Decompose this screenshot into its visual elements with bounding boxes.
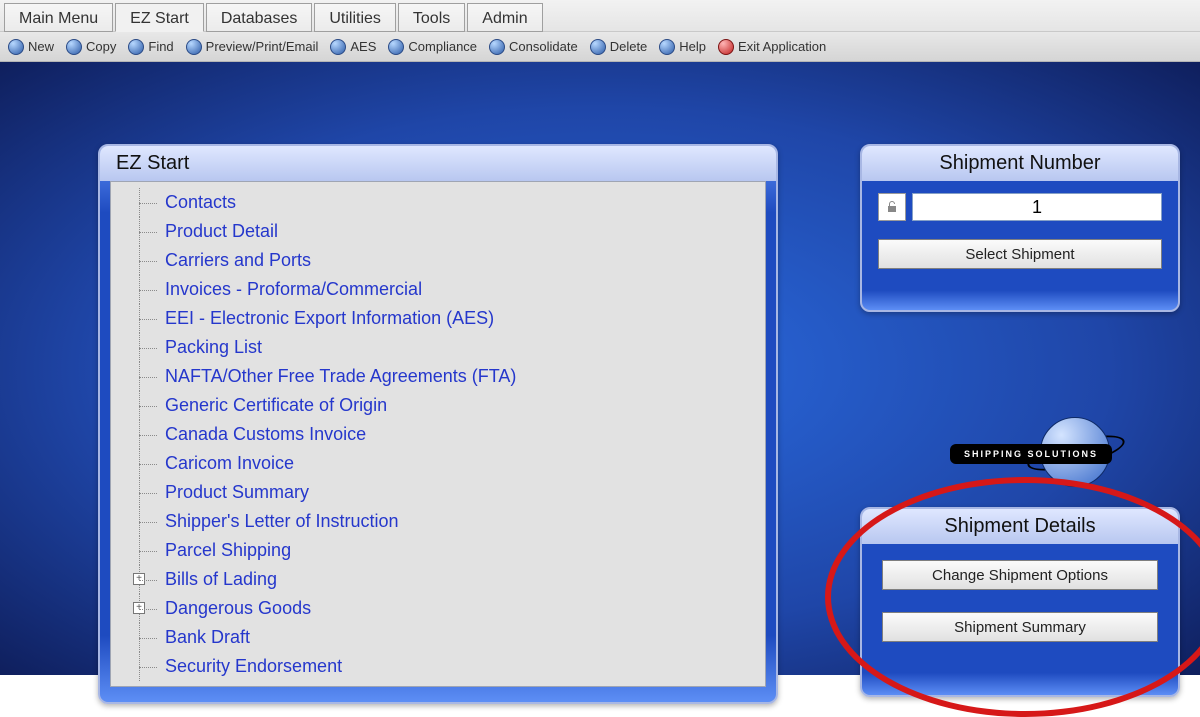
delete-icon: [590, 39, 606, 55]
tree-item-label: Carriers and Ports: [165, 250, 311, 270]
tree-item-bank-draft[interactable]: Bank Draft: [119, 623, 757, 652]
shipment-summary-button[interactable]: Shipment Summary: [882, 612, 1158, 642]
toolbar-preview-print-email[interactable]: Preview/Print/Email: [186, 39, 319, 55]
tree-item-product-detail[interactable]: Product Detail: [119, 217, 757, 246]
ez-start-title: EZ Start: [100, 146, 776, 181]
shipment-number-input[interactable]: [912, 193, 1162, 221]
ez-start-tree[interactable]: Contacts Product Detail Carriers and Ports…: [110, 181, 766, 687]
menu-tab-main-menu[interactable]: Main Menu: [4, 3, 113, 32]
lock-icon[interactable]: [878, 193, 906, 221]
shipment-number-title: Shipment Number: [862, 146, 1178, 181]
action-toolbar: New Copy Find Preview/Print/Email AES Complia…: [0, 32, 1200, 62]
main-menu-bar: Main MenuEZ StartDatabasesUtilitiesTools…: [0, 0, 1200, 32]
compliance-icon: [388, 39, 404, 55]
tree-item-product-summary[interactable]: Product Summary: [119, 478, 757, 507]
tree-item-label: Product Detail: [165, 221, 278, 241]
change-shipment-options-button[interactable]: Change Shipment Options: [882, 560, 1158, 590]
toolbar-label: Compliance: [408, 39, 477, 54]
tree-item-shipper-s-letter-of-instruction[interactable]: Shipper's Letter of Instruction: [119, 507, 757, 536]
tree-item-canada-customs-invoice[interactable]: Canada Customs Invoice: [119, 420, 757, 449]
shipment-number-panel: Shipment Number Select Shipment: [860, 144, 1180, 312]
toolbar-exit-application[interactable]: Exit Application: [718, 39, 826, 55]
menu-tab-ez-start[interactable]: EZ Start: [115, 3, 204, 32]
toolbar-label: Help: [679, 39, 706, 54]
toolbar-aes[interactable]: AES: [330, 39, 376, 55]
workspace: EZ Start Contacts Product Detail Carriers …: [0, 62, 1200, 675]
tree-item-label: Product Summary: [165, 482, 309, 502]
tree-item-eei-electronic-export-information-aes-[interactable]: EEI - Electronic Export Information (AES…: [119, 304, 757, 333]
tree-item-carriers-and-ports[interactable]: Carriers and Ports: [119, 246, 757, 275]
toolbar-delete[interactable]: Delete: [590, 39, 648, 55]
find-icon: [128, 39, 144, 55]
consolidate-icon: [489, 39, 505, 55]
menu-tab-admin[interactable]: Admin: [467, 3, 542, 32]
tree-item-label: Shipper's Letter of Instruction: [165, 511, 399, 531]
toolbar-find[interactable]: Find: [128, 39, 173, 55]
toolbar-label: Preview/Print/Email: [206, 39, 319, 54]
menu-tab-tools[interactable]: Tools: [398, 3, 465, 32]
tree-item-label: Bank Draft: [165, 627, 250, 647]
tree-item-label: Caricom Invoice: [165, 453, 294, 473]
toolbar-consolidate[interactable]: Consolidate: [489, 39, 578, 55]
shipment-details-panel: Shipment Details Change Shipment Options…: [860, 507, 1180, 697]
help-icon: [659, 39, 675, 55]
tree-item-label: Invoices - Proforma/Commercial: [165, 279, 422, 299]
toolbar-label: Find: [148, 39, 173, 54]
shipment-details-title: Shipment Details: [862, 509, 1178, 544]
tree-item-security-endorsement[interactable]: Security Endorsement: [119, 652, 757, 681]
preview-print-email-icon: [186, 39, 202, 55]
menu-tab-utilities[interactable]: Utilities: [314, 3, 396, 32]
tree-item-label: Canada Customs Invoice: [165, 424, 366, 444]
expand-icon[interactable]: +: [133, 602, 145, 614]
toolbar-label: Copy: [86, 39, 116, 54]
tree-item-label: Dangerous Goods: [165, 598, 311, 618]
tree-item-invoices-proforma-commercial[interactable]: Invoices - Proforma/Commercial: [119, 275, 757, 304]
tree-item-label: Bills of Lading: [165, 569, 277, 589]
tree-item-label: EEI - Electronic Export Information (AES…: [165, 308, 494, 328]
toolbar-label: AES: [350, 39, 376, 54]
tree-item-label: NAFTA/Other Free Trade Agreements (FTA): [165, 366, 516, 386]
copy-icon: [66, 39, 82, 55]
expand-icon[interactable]: +: [133, 573, 145, 585]
toolbar-compliance[interactable]: Compliance: [388, 39, 477, 55]
toolbar-label: Exit Application: [738, 39, 826, 54]
tree-item-bills-of-lading[interactable]: + Bills of Lading: [119, 565, 757, 594]
tree-item-packing-list[interactable]: Packing List: [119, 333, 757, 362]
menu-tab-databases[interactable]: Databases: [206, 3, 313, 32]
ez-start-panel: EZ Start Contacts Product Detail Carriers …: [98, 144, 778, 704]
shipping-solutions-logo: SHIPPING SOLUTIONS: [920, 402, 1120, 502]
tree-item-label: Packing List: [165, 337, 262, 357]
toolbar-help[interactable]: Help: [659, 39, 706, 55]
tree-item-parcel-shipping[interactable]: Parcel Shipping: [119, 536, 757, 565]
toolbar-copy[interactable]: Copy: [66, 39, 116, 55]
toolbar-label: Delete: [610, 39, 648, 54]
tree-item-label: Contacts: [165, 192, 236, 212]
logo-text: SHIPPING SOLUTIONS: [950, 444, 1112, 464]
tree-item-nafta-other-free-trade-agreements-fta-[interactable]: NAFTA/Other Free Trade Agreements (FTA): [119, 362, 757, 391]
new-icon: [8, 39, 24, 55]
tree-item-dangerous-goods[interactable]: + Dangerous Goods: [119, 594, 757, 623]
tree-item-generic-certificate-of-origin[interactable]: Generic Certificate of Origin: [119, 391, 757, 420]
exit-application-icon: [718, 39, 734, 55]
toolbar-label: Consolidate: [509, 39, 578, 54]
select-shipment-button[interactable]: Select Shipment: [878, 239, 1162, 269]
tree-item-label: Generic Certificate of Origin: [165, 395, 387, 415]
tree-item-contacts[interactable]: Contacts: [119, 188, 757, 217]
globe-icon: [1040, 417, 1110, 487]
tree-item-caricom-invoice[interactable]: Caricom Invoice: [119, 449, 757, 478]
aes-icon: [330, 39, 346, 55]
toolbar-new[interactable]: New: [8, 39, 54, 55]
toolbar-label: New: [28, 39, 54, 54]
tree-item-label: Security Endorsement: [165, 656, 342, 676]
tree-item-label: Parcel Shipping: [165, 540, 291, 560]
